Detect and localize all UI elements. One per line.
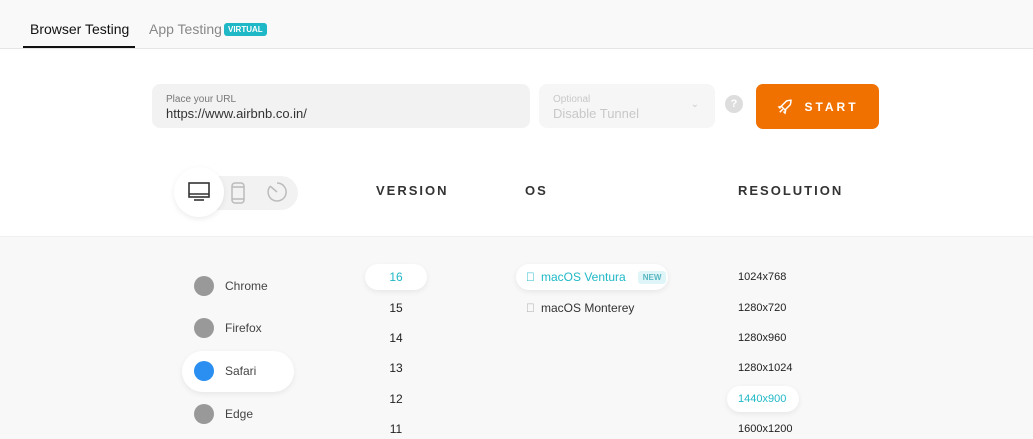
chevron-down-icon: ⌄	[690, 99, 699, 110]
start-label: START	[804, 99, 859, 114]
help-icon[interactable]: ?	[725, 95, 743, 113]
active-tab-underline	[23, 46, 135, 48]
resolution-item[interactable]: 1600x1200	[738, 423, 792, 435]
resolution-item[interactable]: 1440x900	[738, 393, 786, 405]
mobile-icon[interactable]	[231, 182, 245, 204]
url-label: Place your URL	[166, 94, 237, 105]
browser-label: Safari	[225, 364, 257, 378]
os-ventura[interactable]: macOS Ventura NEW	[516, 264, 668, 290]
os-monterey[interactable]: macOS Monterey	[526, 301, 634, 315]
apple-icon: 	[526, 301, 535, 315]
url-value[interactable]: https://www.airbnb.co.in/	[166, 106, 307, 121]
resolution-item[interactable]: 1280x960	[738, 332, 786, 344]
tab-browser-testing[interactable]: Browser Testing	[30, 21, 129, 37]
chrome-icon	[194, 276, 214, 296]
desktop-icon	[188, 182, 210, 201]
resolution-header: RESOLUTION	[738, 183, 844, 198]
tunnel-label: Optional	[553, 94, 591, 105]
virtual-badge: VIRTUAL	[224, 23, 267, 36]
version-item[interactable]: 15	[366, 301, 426, 315]
resolution-item[interactable]: 1280x1024	[738, 362, 792, 374]
os-header: OS	[525, 183, 548, 198]
browser-label: Edge	[225, 407, 254, 421]
safari-icon	[194, 361, 214, 381]
resolution-item[interactable]: 1280x720	[738, 302, 786, 314]
url-input[interactable]: Place your URL https://www.airbnb.co.in/	[152, 84, 530, 128]
tab-app-testing[interactable]: App Testing	[149, 21, 222, 37]
browser-firefox[interactable]: Firefox	[194, 318, 262, 338]
version-item[interactable]: 13	[366, 361, 426, 375]
version-header: VERSION	[376, 183, 449, 198]
browser-label: Firefox	[225, 321, 262, 335]
browser-label: Chrome	[225, 279, 268, 293]
version-item[interactable]: 14	[366, 331, 426, 345]
selection-panel	[0, 236, 1033, 439]
browser-edge[interactable]: Edge	[194, 404, 253, 424]
os-label: macOS Monterey	[532, 301, 634, 315]
version-item[interactable]: 16	[366, 270, 426, 284]
version-item[interactable]: 12	[366, 392, 426, 406]
resolution-item[interactable]: 1024x768	[738, 271, 786, 283]
new-badge: NEW	[637, 270, 667, 284]
tunnel-select[interactable]: Optional Disable Tunnel ⌄	[539, 84, 715, 128]
tunnel-value: Disable Tunnel	[553, 106, 639, 121]
os-label: macOS Ventura	[532, 270, 626, 284]
rocket-icon	[777, 98, 793, 114]
desktop-toggle[interactable]	[174, 167, 224, 217]
version-item[interactable]: 11	[366, 422, 426, 436]
apple-icon: 	[526, 270, 535, 284]
browser-chrome[interactable]: Chrome	[194, 276, 268, 296]
browser-safari[interactable]: Safari	[194, 361, 256, 381]
firefox-icon	[194, 318, 214, 338]
start-button[interactable]: START	[756, 84, 879, 129]
history-icon[interactable]	[266, 181, 288, 203]
edge-icon	[194, 404, 214, 424]
